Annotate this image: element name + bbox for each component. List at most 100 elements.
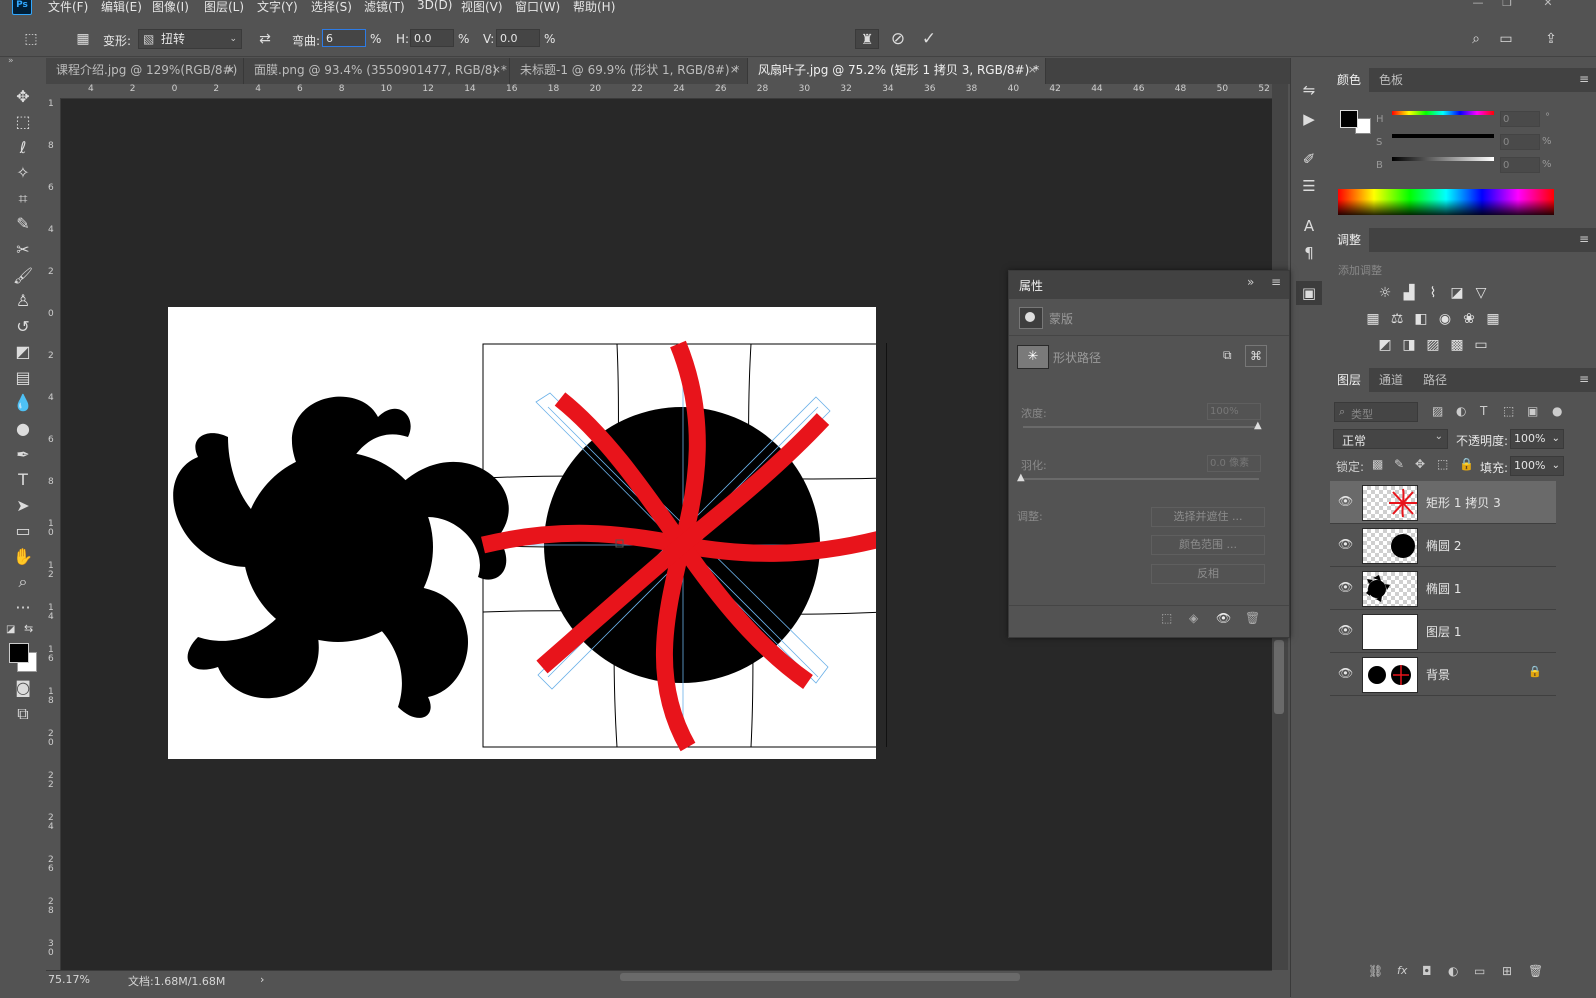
- layer-name[interactable]: 背景: [1426, 666, 1450, 683]
- horizontal-scroll-thumb[interactable]: [620, 973, 1020, 981]
- visibility-eye-icon[interactable]: 👁: [1338, 666, 1353, 680]
- density-slider-track[interactable]: [1023, 426, 1259, 428]
- minimize-button[interactable]: —: [1468, 0, 1488, 10]
- add-vector-mask-icon[interactable]: ⧉: [1223, 348, 1232, 363]
- photo-filter-adjust-icon[interactable]: ◉: [1436, 310, 1454, 328]
- gradient-map-adjust-icon[interactable]: ▩: [1448, 336, 1466, 354]
- layer-name[interactable]: 图层 1: [1426, 623, 1461, 640]
- history-panel-icon[interactable]: ⇋: [1296, 78, 1322, 102]
- close-tab-icon[interactable]: ×: [492, 58, 501, 82]
- feather-slider-thumb[interactable]: ▲: [1017, 472, 1025, 483]
- lock-transparent-icon[interactable]: ▩: [1372, 457, 1383, 471]
- path-select-tool-icon[interactable]: ➤: [10, 495, 36, 517]
- brush-settings-icon[interactable]: ✐: [1296, 147, 1322, 171]
- eyedropper-tool-icon[interactable]: ✎: [10, 213, 36, 235]
- lasso-tool-icon[interactable]: ℓ: [10, 137, 36, 159]
- crop-tool-icon[interactable]: ⌗: [10, 188, 36, 210]
- b-value-input[interactable]: 0: [1500, 157, 1540, 173]
- paragraph-panel-icon[interactable]: ¶: [1296, 241, 1322, 265]
- load-selection-icon[interactable]: ⬚: [1161, 611, 1172, 625]
- tab-layers[interactable]: 图层: [1329, 368, 1370, 392]
- transform-tool-icon[interactable]: ⬚: [20, 29, 42, 49]
- cancel-icon[interactable]: ⊘: [887, 29, 909, 49]
- density-slider-thumb[interactable]: ▲: [1254, 420, 1262, 431]
- link-layers-icon[interactable]: ⛓: [1368, 964, 1383, 978]
- puppet-warp-icon[interactable]: ♜: [855, 29, 879, 49]
- dodge-tool-icon[interactable]: ●: [10, 418, 36, 440]
- menu-view[interactable]: 视图(V): [461, 0, 503, 15]
- adjust-sliders-icon[interactable]: ☰: [1296, 174, 1322, 198]
- brush-tool-icon[interactable]: 🖌: [10, 265, 36, 287]
- menu-image[interactable]: 图像(I): [152, 0, 189, 15]
- close-tab-icon[interactable]: ×: [1028, 58, 1037, 82]
- menu-select[interactable]: 选择(S): [311, 0, 352, 15]
- lock-position-icon[interactable]: ✥: [1415, 457, 1425, 471]
- panel-menu-icon[interactable]: ≡: [1271, 275, 1281, 289]
- blur-tool-icon[interactable]: 💧: [10, 392, 36, 414]
- channel-mixer-adjust-icon[interactable]: ❀: [1460, 310, 1478, 328]
- menu-layer[interactable]: 图层(L): [204, 0, 244, 15]
- layer-filter-select[interactable]: ⌕ 类型: [1334, 402, 1418, 422]
- density-input[interactable]: 100%: [1207, 403, 1261, 420]
- brightness-slider[interactable]: [1392, 157, 1494, 161]
- healing-tool-icon[interactable]: ✂: [10, 239, 36, 261]
- zoom-tool-icon[interactable]: ⌕: [10, 571, 36, 593]
- share-icon[interactable]: ⇪: [1540, 29, 1562, 49]
- default-colors-icon[interactable]: ◪: [6, 624, 15, 635]
- rectangle-tool-icon[interactable]: ▭: [10, 520, 36, 542]
- screen-mode-icon[interactable]: ⧉: [10, 703, 36, 725]
- filter-toggle-icon[interactable]: ●: [1552, 404, 1562, 418]
- feather-slider-track[interactable]: [1023, 478, 1259, 480]
- color-balance-adjust-icon[interactable]: ⚖: [1388, 310, 1406, 328]
- close-tab-icon[interactable]: ×: [226, 58, 235, 82]
- tab-swatches[interactable]: 色板: [1371, 68, 1411, 92]
- panel-menu-icon[interactable]: ≡: [1579, 232, 1589, 246]
- visibility-eye-icon[interactable]: 👁: [1338, 537, 1353, 551]
- levels-adjust-icon[interactable]: ▟: [1400, 284, 1418, 302]
- mask-type-icon[interactable]: [1019, 307, 1043, 329]
- hue-sat-adjust-icon[interactable]: ▦: [1364, 310, 1382, 328]
- vertical-scroll-thumb[interactable]: [1274, 640, 1284, 714]
- maximize-button[interactable]: ❐: [1497, 0, 1517, 10]
- quick-mask-icon[interactable]: ◙: [10, 677, 36, 699]
- new-adjustment-icon[interactable]: ◐: [1448, 964, 1458, 978]
- warp-style-select[interactable]: ▧ 扭转 ⌄: [138, 29, 242, 49]
- new-layer-icon[interactable]: ⊞: [1502, 964, 1512, 978]
- tab-fan-blade[interactable]: 风扇叶子.jpg @ 75.2% (矩形 1 拷贝 3, RGB/8#) * ×: [748, 58, 1046, 84]
- close-tab-icon[interactable]: ×: [730, 58, 739, 82]
- lock-artboard-icon[interactable]: ⬚: [1437, 457, 1448, 471]
- menu-file[interactable]: 文件(F): [48, 0, 88, 15]
- select-and-mask-button[interactable]: 选择并遮住 ...: [1151, 507, 1265, 527]
- layer-row[interactable]: 👁 图层 1: [1330, 610, 1556, 653]
- layer-row[interactable]: 👁 矩形 1 拷贝 3: [1330, 481, 1556, 524]
- visibility-eye-icon[interactable]: 👁: [1338, 580, 1353, 594]
- curves-adjust-icon[interactable]: ⌇: [1424, 284, 1442, 302]
- layer-name[interactable]: 椭圆 1: [1426, 580, 1461, 597]
- new-group-icon[interactable]: ▭: [1474, 964, 1485, 978]
- panel-menu-icon[interactable]: ≡: [1579, 72, 1589, 86]
- workspace-icon[interactable]: ▭: [1495, 29, 1517, 49]
- filter-shape-icon[interactable]: ⬚: [1503, 404, 1514, 418]
- menu-help[interactable]: 帮助(H): [573, 0, 615, 15]
- menu-filter[interactable]: 滤镜(T): [364, 0, 405, 15]
- menu-type[interactable]: 文字(Y): [257, 0, 298, 15]
- menu-edit[interactable]: 编辑(E): [101, 0, 142, 15]
- tab-channels[interactable]: 通道: [1371, 368, 1411, 392]
- threshold-adjust-icon[interactable]: ▨: [1424, 336, 1442, 354]
- change-orientation-icon[interactable]: ⇄: [254, 29, 276, 49]
- brightness-adjust-icon[interactable]: ☼: [1376, 284, 1394, 302]
- status-menu-arrow[interactable]: ›: [260, 973, 264, 986]
- layer-name[interactable]: 矩形 1 拷贝 3: [1426, 494, 1501, 511]
- hue-slider[interactable]: [1392, 111, 1494, 115]
- vector-mask-thumbnail[interactable]: ✳: [1017, 345, 1049, 369]
- filter-adjust-icon[interactable]: ◐: [1456, 404, 1466, 418]
- actions-panel-icon[interactable]: ▶: [1296, 107, 1322, 131]
- filter-pixel-icon[interactable]: ▨: [1432, 404, 1443, 418]
- invert-button[interactable]: 反相: [1151, 564, 1265, 584]
- layer-row[interactable]: 👁 椭圆 1: [1330, 567, 1556, 610]
- tab-adjustments[interactable]: 调整: [1329, 228, 1370, 252]
- bend-input[interactable]: 6: [322, 29, 366, 47]
- move-tool-icon[interactable]: ✥: [10, 86, 36, 108]
- blend-mode-select[interactable]: 正常 ⌄: [1333, 429, 1448, 449]
- properties-panel-icon[interactable]: ▣: [1296, 281, 1322, 305]
